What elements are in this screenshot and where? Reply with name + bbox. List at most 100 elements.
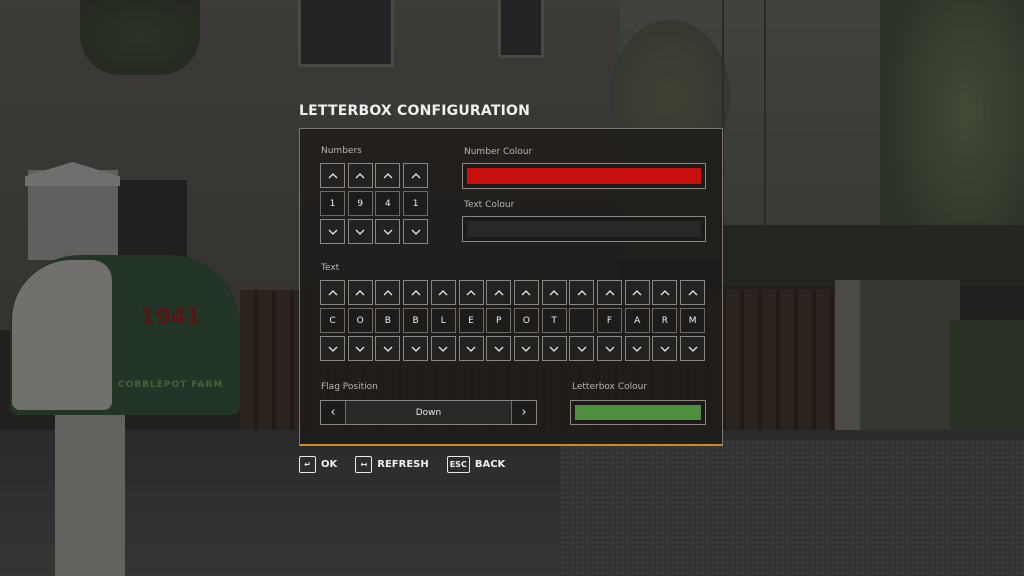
- text-character-cell: [569, 308, 595, 333]
- number-character-cell: 9: [347, 191, 373, 216]
- text-label: Text: [321, 263, 340, 273]
- chevron-down-icon: [411, 229, 421, 235]
- text-decrement-button[interactable]: [513, 336, 539, 361]
- text-decrement-button[interactable]: [320, 336, 345, 361]
- chevron-left-icon: ‹: [330, 405, 336, 420]
- chevron-up-icon: [577, 289, 587, 295]
- chevron-up-icon: [438, 289, 448, 295]
- text-increment-button[interactable]: [624, 280, 650, 305]
- back-button[interactable]: ESC BACK: [446, 455, 506, 473]
- text-character-cell: T: [541, 308, 567, 333]
- footer-actions: ↵ OK ↤ REFRESH ESC BACK: [299, 454, 505, 474]
- number-increment-button[interactable]: [320, 163, 345, 188]
- chevron-down-icon: [411, 346, 421, 352]
- number-decrement-button[interactable]: [320, 219, 345, 244]
- letterbox-colour-swatch: [575, 405, 701, 420]
- chevron-up-icon: [328, 289, 337, 295]
- text-increment-button[interactable]: [320, 280, 345, 305]
- chevron-up-icon: [494, 289, 504, 295]
- letterbox-colour-picker[interactable]: [570, 400, 706, 425]
- text-character-cell: C: [320, 308, 345, 333]
- text-decrement-button[interactable]: [458, 336, 484, 361]
- text-decrement-button[interactable]: [569, 336, 595, 361]
- text-decrement-button[interactable]: [430, 336, 456, 361]
- letterbox-colour-label: Letterbox Colour: [572, 382, 648, 392]
- text-increment-button[interactable]: [430, 280, 456, 305]
- chevron-up-icon: [660, 289, 670, 295]
- text-increment-button[interactable]: [569, 280, 595, 305]
- text-increment-button[interactable]: [597, 280, 622, 305]
- number-colour-swatch: [467, 168, 701, 184]
- number-increment-button[interactable]: [403, 163, 429, 188]
- numbers-label: Numbers: [321, 146, 362, 156]
- esc-key-icon: ESC: [446, 455, 470, 473]
- text-character-cell: L: [430, 308, 456, 333]
- chevron-up-icon: [411, 289, 421, 295]
- chevron-up-icon: [605, 289, 614, 295]
- chevron-down-icon: [632, 346, 642, 352]
- text-character-cell: F: [597, 308, 622, 333]
- text-decrement-button[interactable]: [347, 336, 373, 361]
- text-decrement-button[interactable]: [541, 336, 567, 361]
- text-increment-button[interactable]: [403, 280, 429, 305]
- number-increment-button[interactable]: [347, 163, 373, 188]
- number-colour-picker[interactable]: [462, 163, 706, 189]
- text-increment-button[interactable]: [486, 280, 512, 305]
- number-colour-label: Number Colour: [464, 147, 533, 157]
- flag-position-prev-button[interactable]: ‹: [321, 401, 346, 424]
- text-increment-button[interactable]: [513, 280, 539, 305]
- chevron-up-icon: [383, 289, 393, 295]
- chevron-up-icon: [328, 172, 337, 178]
- chevron-down-icon: [494, 346, 504, 352]
- flag-position-value: Down: [346, 401, 511, 424]
- number-increment-button[interactable]: [375, 163, 401, 188]
- flag-position-selector[interactable]: ‹ Down ›: [320, 400, 537, 425]
- text-decrement-button[interactable]: [624, 336, 650, 361]
- text-increment-button[interactable]: [375, 280, 401, 305]
- text-decrement-button[interactable]: [403, 336, 429, 361]
- chevron-down-icon: [383, 229, 393, 235]
- text-increment-button[interactable]: [680, 280, 706, 305]
- chevron-down-icon: [688, 346, 698, 352]
- text-increment-button[interactable]: [541, 280, 567, 305]
- flag-position-next-button[interactable]: ›: [511, 401, 536, 424]
- number-decrement-button[interactable]: [347, 219, 373, 244]
- chevron-up-icon: [688, 289, 698, 295]
- text-colour-swatch: [467, 221, 701, 237]
- text-decrement-button[interactable]: [680, 336, 706, 361]
- chevron-up-icon: [355, 172, 365, 178]
- ok-button[interactable]: ↵ OK: [299, 455, 337, 473]
- refresh-button[interactable]: ↤ REFRESH: [355, 455, 429, 473]
- dialog-title: LETTERBOX CONFIGURATION: [299, 103, 531, 119]
- backspace-key-icon: ↤: [355, 455, 373, 473]
- back-label: BACK: [474, 458, 506, 470]
- chevron-down-icon: [383, 346, 393, 352]
- chevron-down-icon: [328, 229, 337, 235]
- text-character-cell: B: [403, 308, 429, 333]
- number-character-cell: 1: [320, 191, 345, 216]
- number-character-cell: 4: [375, 191, 401, 216]
- chevron-up-icon: [466, 289, 476, 295]
- text-decrement-button[interactable]: [652, 336, 678, 361]
- text-character-cell: O: [513, 308, 539, 333]
- letterbox-config-dialog: Numbers Number Colour Text Colour Text F…: [299, 128, 723, 446]
- text-character-cell: M: [680, 308, 706, 333]
- text-character-cell: B: [375, 308, 401, 333]
- text-decrement-button[interactable]: [375, 336, 401, 361]
- chevron-up-icon: [355, 289, 365, 295]
- number-decrement-button[interactable]: [375, 219, 401, 244]
- text-increment-button[interactable]: [347, 280, 373, 305]
- text-increment-button[interactable]: [458, 280, 484, 305]
- text-character-cell: O: [347, 308, 373, 333]
- chevron-up-icon: [632, 289, 642, 295]
- text-character-cell: P: [486, 308, 512, 333]
- number-decrement-button[interactable]: [403, 219, 429, 244]
- chevron-down-icon: [605, 346, 614, 352]
- text-colour-picker[interactable]: [462, 216, 706, 242]
- text-character-cell: E: [458, 308, 484, 333]
- number-character-cell: 1: [403, 191, 429, 216]
- text-decrement-button[interactable]: [597, 336, 622, 361]
- text-increment-button[interactable]: [652, 280, 678, 305]
- text-decrement-button[interactable]: [486, 336, 512, 361]
- chevron-up-icon: [521, 289, 531, 295]
